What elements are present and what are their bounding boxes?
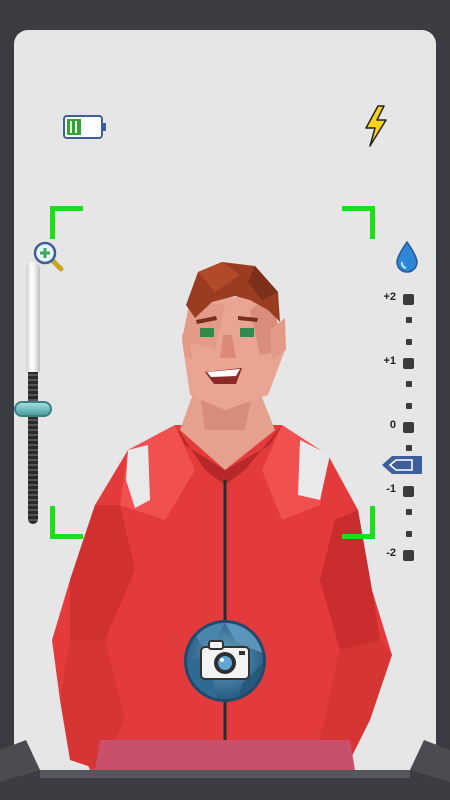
exposure-pointer[interactable] xyxy=(380,454,424,476)
exposure-minor-tick xyxy=(406,509,412,516)
zoom-slider-track[interactable] xyxy=(24,262,42,524)
exposure-scale[interactable]: +2 +1 0 -1 -2 xyxy=(350,258,414,561)
exposure-stop-label: +1 xyxy=(383,355,396,367)
focus-bracket-bottom-left xyxy=(50,506,83,539)
zoom-slider-upper xyxy=(26,262,40,372)
exposure-stop-marker xyxy=(403,358,414,369)
exposure-stop-label: -2 xyxy=(386,547,396,559)
exposure-minor-tick xyxy=(406,338,412,345)
focus-bracket-top-left xyxy=(50,206,83,239)
camera-icon xyxy=(187,623,263,699)
exposure-stop-marker xyxy=(403,550,414,561)
exposure-stop-label: +2 xyxy=(383,291,396,303)
camera-bezel-top xyxy=(0,0,450,30)
exposure-stop-label: -1 xyxy=(386,483,396,495)
flash-icon[interactable] xyxy=(362,104,390,148)
exposure-stop-label: 0 xyxy=(389,419,396,431)
camera-bezel-bottom xyxy=(0,740,450,800)
focus-bracket-top-right xyxy=(342,206,375,239)
exposure-minor-tick xyxy=(406,530,412,537)
battery-low-icon xyxy=(63,114,107,140)
exposure-minor-tick xyxy=(406,381,412,388)
zoom-slider-lower xyxy=(28,372,38,524)
exposure-minor-tick xyxy=(406,317,412,324)
exposure-stop-marker xyxy=(403,422,414,433)
exposure-minor-tick xyxy=(406,445,412,452)
shutter-button[interactable] xyxy=(184,620,266,702)
zoom-slider-handle[interactable] xyxy=(14,400,52,417)
exposure-stop-marker xyxy=(403,294,414,305)
exposure-minor-tick xyxy=(406,402,412,409)
exposure-stop-marker xyxy=(403,486,414,497)
